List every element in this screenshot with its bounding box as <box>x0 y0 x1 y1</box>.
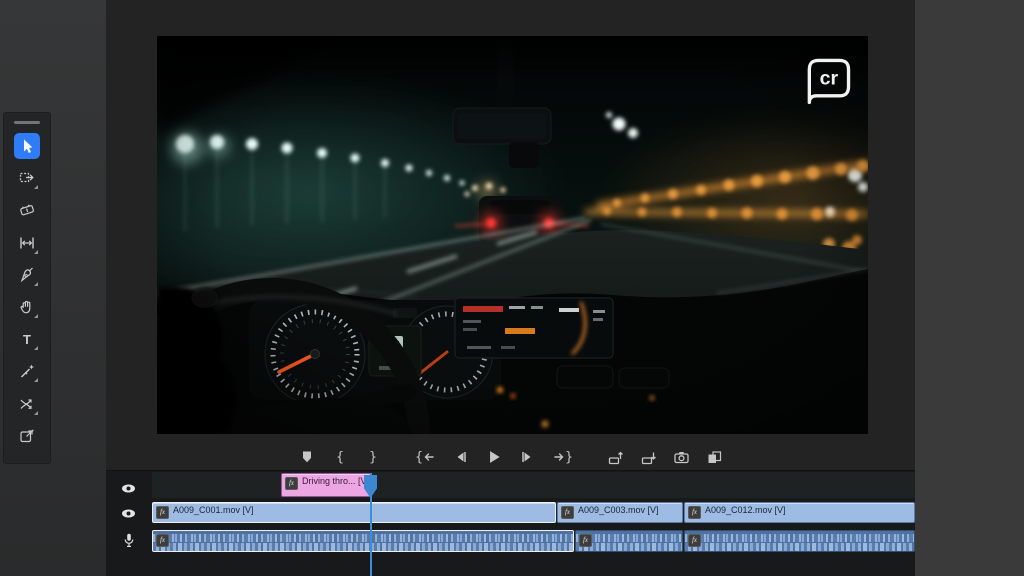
editor-window: cr { } { <box>106 0 915 576</box>
track-lane-v2[interactable] <box>152 472 915 498</box>
lift-button[interactable] <box>604 446 626 468</box>
flyout-indicator <box>34 282 38 286</box>
eye-icon <box>121 508 136 519</box>
mark-in-button[interactable]: { <box>329 446 351 468</box>
razor-tool[interactable] <box>14 197 40 223</box>
go-to-in-brace: { <box>415 451 423 464</box>
timeline-panel: fx Driving thro... [V] fx A009_C001.mov … <box>106 470 915 576</box>
add-marker-button[interactable] <box>296 446 318 468</box>
fx-badge: fx <box>156 534 169 547</box>
timeline-clip-a1-c012[interactable]: fx <box>684 530 915 552</box>
extract-icon <box>640 449 657 466</box>
flyout-indicator <box>34 250 38 254</box>
timeline-clip-a1-c003[interactable]: fx <box>575 530 683 552</box>
fx-badge: fx <box>561 506 574 519</box>
play-icon <box>485 448 503 466</box>
fx-badge: fx <box>688 506 701 519</box>
panel-drag-handle[interactable] <box>14 121 40 124</box>
step-back-icon <box>453 449 469 465</box>
arrow-right-icon <box>553 451 565 463</box>
flyout-indicator <box>34 185 38 189</box>
comparison-view-button[interactable] <box>703 446 725 468</box>
clip-label: Driving thro... [V] <box>302 476 369 486</box>
fx-badge: fx <box>285 477 298 490</box>
desktop-right-margin <box>915 0 1024 576</box>
camera-icon <box>673 449 690 466</box>
hand-tool[interactable] <box>14 294 40 320</box>
flyout-indicator <box>34 378 38 382</box>
fx-badge: fx <box>579 534 592 547</box>
program-monitor: cr <box>157 36 868 434</box>
track-v1-visibility-toggle[interactable] <box>121 506 136 520</box>
selection-tool[interactable] <box>14 133 40 159</box>
flyout-indicator <box>34 314 38 318</box>
timeline-clip-v1-c003[interactable]: fx A009_C003.mov [V] <box>557 502 683 523</box>
mark-in-icon: { <box>336 451 344 464</box>
reshape-tool[interactable] <box>14 391 40 417</box>
fx-badge: fx <box>156 506 169 519</box>
marker-icon <box>299 449 315 465</box>
arrow-left-icon <box>423 451 435 463</box>
mark-out-icon: } <box>369 451 377 464</box>
screenshot-root: cr { } { <box>0 0 1024 576</box>
vignette <box>157 36 868 434</box>
export-star-icon <box>18 427 36 445</box>
eye-icon <box>121 483 136 494</box>
lift-icon <box>607 449 624 466</box>
track-a1-mute-toggle[interactable] <box>121 533 136 547</box>
watermark-text: cr <box>820 68 839 90</box>
microphone-icon <box>123 533 135 548</box>
tools-panel: T <box>3 112 51 464</box>
step-forward-button[interactable] <box>516 446 538 468</box>
flyout-indicator <box>34 346 38 350</box>
cursor-icon <box>18 137 36 155</box>
remix-tool[interactable] <box>14 358 40 384</box>
export-frame-button[interactable] <box>670 446 692 468</box>
watermark-logo: cr <box>800 52 856 108</box>
type-tool[interactable]: T <box>14 326 40 352</box>
extract-button[interactable] <box>637 446 659 468</box>
export-tool[interactable] <box>14 423 40 449</box>
comparison-view-icon <box>706 449 723 466</box>
track-select-forward-tool[interactable] <box>14 165 40 191</box>
transport-controls: { } { } <box>106 444 915 470</box>
type-tool-icon: T <box>23 333 31 346</box>
step-forward-icon <box>519 449 535 465</box>
go-to-in-button[interactable]: { <box>411 446 439 468</box>
step-back-button[interactable] <box>450 446 472 468</box>
timeline-clip-v1-c001[interactable]: fx A009_C001.mov [V] <box>152 502 556 523</box>
timeline-clip-v1-c012[interactable]: fx A009_C012.mov [V] <box>684 502 915 523</box>
timeline-clip-v2-driving[interactable]: fx Driving thro... [V] <box>281 473 371 497</box>
razor-icon <box>18 201 36 219</box>
clip-label: A009_C001.mov [V] <box>173 505 254 515</box>
clip-label: A009_C012.mov [V] <box>705 505 786 515</box>
flyout-indicator <box>34 411 38 415</box>
timeline-clip-a1-c001[interactable]: fx <box>152 530 574 552</box>
fx-badge: fx <box>688 534 701 547</box>
go-to-out-brace: } <box>565 451 573 464</box>
play-button[interactable] <box>483 446 505 468</box>
mark-out-button[interactable]: } <box>362 446 384 468</box>
clip-label: A009_C003.mov [V] <box>578 505 659 515</box>
go-to-out-button[interactable]: } <box>549 446 577 468</box>
track-v2-visibility-toggle[interactable] <box>121 481 136 495</box>
pen-tool[interactable] <box>14 262 40 288</box>
ripple-edit-tool[interactable] <box>14 230 40 256</box>
preview-scene <box>157 36 868 434</box>
